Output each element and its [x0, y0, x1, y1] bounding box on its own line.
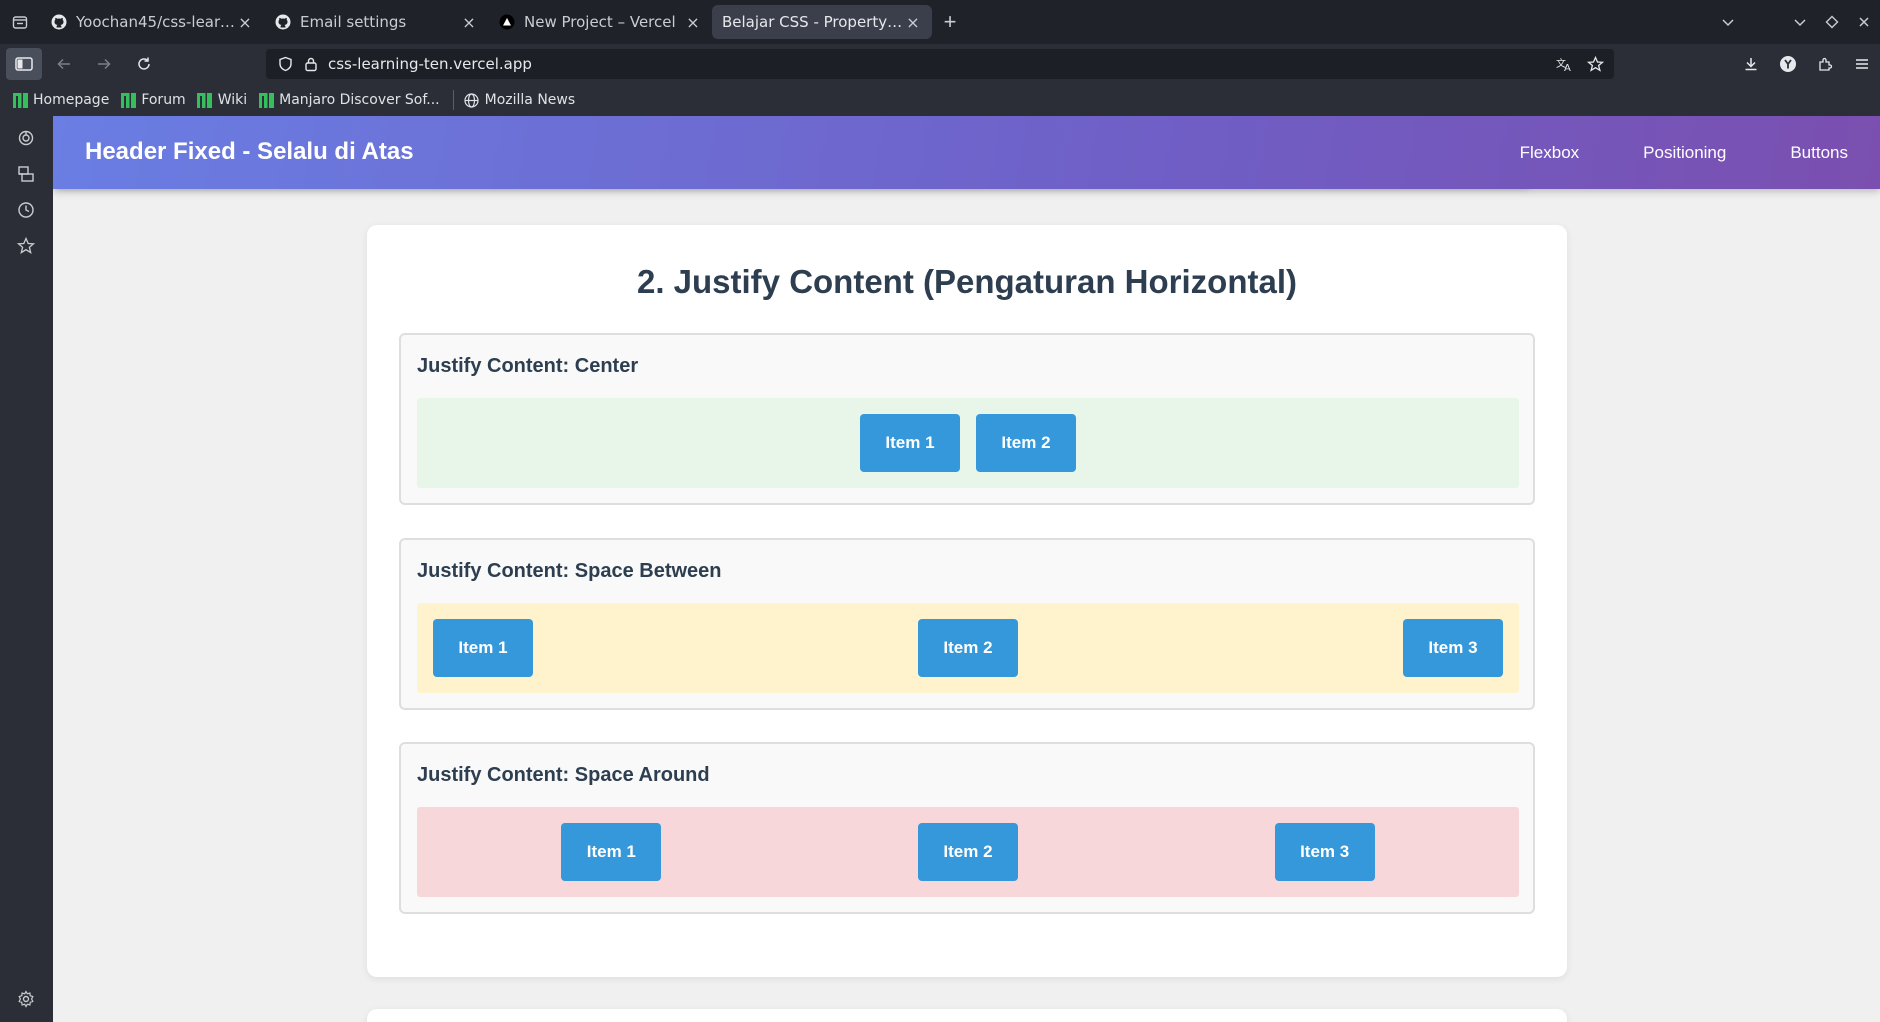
- bookmark-label: Manjaro Discover Sof...: [279, 92, 440, 108]
- manjaro-icon: [12, 92, 28, 108]
- bookmark-label: Homepage: [33, 92, 110, 108]
- yoroi-extension-icon[interactable]: [1769, 44, 1806, 84]
- sidebar-toggle-icon[interactable]: [6, 48, 42, 80]
- demo-title: Justify Content: Center: [417, 355, 639, 377]
- address-bar[interactable]: css-learning-ten.vercel.app 文A: [266, 49, 1614, 79]
- nav-link-positioning[interactable]: Positioning: [1643, 143, 1726, 163]
- menu-icon[interactable]: [1843, 44, 1880, 84]
- back-icon[interactable]: [46, 48, 82, 80]
- maximize-icon[interactable]: [1816, 0, 1848, 44]
- extensions-icon[interactable]: [1806, 44, 1843, 84]
- tab-title: Belajar CSS - Property Penting: [722, 13, 904, 31]
- minimize-icon[interactable]: [1784, 0, 1816, 44]
- bookmark-mozilla-news[interactable]: Mozilla News: [464, 92, 576, 108]
- flex-container-space-around: Item 1 Item 2 Item 3: [417, 807, 1519, 897]
- vercel-icon: [498, 13, 516, 31]
- url-text[interactable]: css-learning-ten.vercel.app: [328, 55, 532, 73]
- github-icon: [50, 13, 68, 31]
- tab-bar: Yoochan45/css-learning × Email settings …: [0, 0, 1880, 44]
- manjaro-icon: [258, 92, 274, 108]
- next-section-card: [367, 1009, 1567, 1022]
- demo-justify-center: Justify Content: Center Item 1 Item 2: [399, 333, 1535, 505]
- svg-text:A: A: [1564, 63, 1571, 72]
- tab-list-icon[interactable]: [0, 0, 40, 44]
- bookmark-label: Mozilla News: [484, 92, 576, 108]
- bookmark-homepage[interactable]: Homepage: [12, 92, 109, 108]
- site-nav: Flexbox Positioning Buttons: [1520, 116, 1880, 189]
- site-title: Header Fixed - Selalu di Atas: [85, 138, 414, 165]
- flex-item: Item 2: [917, 823, 1018, 881]
- tab-title: New Project – Vercel: [524, 13, 676, 31]
- bookmark-label: Forum: [141, 92, 186, 108]
- manjaro-icon: [197, 92, 213, 108]
- demo-title: Justify Content: Space Between: [417, 560, 722, 582]
- flex-item: Item 3: [1274, 823, 1375, 881]
- navigation-toolbar: css-learning-ten.vercel.app 文A: [0, 44, 1880, 84]
- bookmark-separator: [452, 90, 454, 110]
- nav-link-flexbox[interactable]: Flexbox: [1520, 143, 1580, 163]
- bookmarks-toolbar: Homepage Forum Wiki Manjaro Discover Sof…: [0, 84, 1880, 116]
- ai-chatbot-icon[interactable]: [15, 127, 37, 149]
- bookmark-label: Wiki: [217, 92, 248, 108]
- bookmark-wiki[interactable]: Wiki: [197, 92, 247, 108]
- synced-tabs-icon[interactable]: [15, 163, 37, 185]
- tab-title: Yoochan45/css-learning: [76, 13, 236, 31]
- bookmark-star-icon[interactable]: [1582, 49, 1608, 79]
- manjaro-icon: [120, 92, 136, 108]
- close-tab-icon[interactable]: ×: [684, 13, 702, 32]
- forward-icon[interactable]: [86, 48, 122, 80]
- tab-belajar-css[interactable]: Belajar CSS - Property Penting ×: [712, 5, 932, 39]
- bookmarks-star-icon[interactable]: [15, 235, 37, 257]
- demo-justify-space-between: Justify Content: Space Between Item 1 It…: [399, 538, 1535, 710]
- justify-content-section: 2. Justify Content (Pengaturan Horizonta…: [367, 225, 1567, 977]
- github-icon: [274, 13, 292, 31]
- flex-item: Item 1: [561, 823, 662, 881]
- close-window-icon[interactable]: [1848, 0, 1880, 44]
- new-tab-button[interactable]: +: [932, 5, 968, 39]
- close-tab-icon[interactable]: ×: [236, 13, 254, 32]
- close-tab-icon[interactable]: ×: [460, 13, 478, 32]
- nav-link-buttons[interactable]: Buttons: [1790, 143, 1848, 163]
- web-content: Header Fixed - Selalu di Atas Flexbox Po…: [53, 116, 1880, 1022]
- translate-icon[interactable]: 文A: [1552, 49, 1578, 79]
- flex-item: Item 3: [1403, 619, 1503, 677]
- demo-title: Justify Content: Space Around: [417, 764, 710, 786]
- chevron-down-icon[interactable]: [1712, 0, 1744, 44]
- globe-icon: [464, 92, 480, 108]
- close-tab-icon[interactable]: ×: [904, 13, 922, 32]
- settings-gear-icon[interactable]: [15, 988, 37, 1010]
- section-title: 2. Justify Content (Pengaturan Horizonta…: [636, 263, 1298, 300]
- history-icon[interactable]: [15, 199, 37, 221]
- bookmark-manjaro-discover[interactable]: Manjaro Discover Sof...: [258, 92, 440, 108]
- reload-icon[interactable]: [126, 48, 162, 80]
- tab-vercel[interactable]: New Project – Vercel ×: [488, 5, 712, 39]
- flex-container-center: Item 1 Item 2: [417, 398, 1519, 488]
- lock-icon[interactable]: [298, 49, 324, 79]
- flex-item: Item 2: [976, 414, 1076, 472]
- browser-sidebar: [0, 116, 53, 1022]
- tab-github-repo[interactable]: Yoochan45/css-learning ×: [40, 5, 264, 39]
- downloads-icon[interactable]: [1732, 44, 1769, 84]
- flex-item: Item 2: [918, 619, 1018, 677]
- fixed-site-header: Header Fixed - Selalu di Atas Flexbox Po…: [53, 116, 1880, 189]
- flex-item: Item 1: [433, 619, 533, 677]
- tab-title: Email settings: [300, 13, 407, 31]
- tab-email-settings[interactable]: Email settings ×: [264, 5, 488, 39]
- bookmark-forum[interactable]: Forum: [120, 92, 186, 108]
- demo-justify-space-around: Justify Content: Space Around Item 1 Ite…: [399, 742, 1535, 914]
- flex-container-space-between: Item 1 Item 2 Item 3: [417, 603, 1519, 693]
- flex-item: Item 1: [860, 414, 960, 472]
- shield-icon[interactable]: [272, 49, 298, 79]
